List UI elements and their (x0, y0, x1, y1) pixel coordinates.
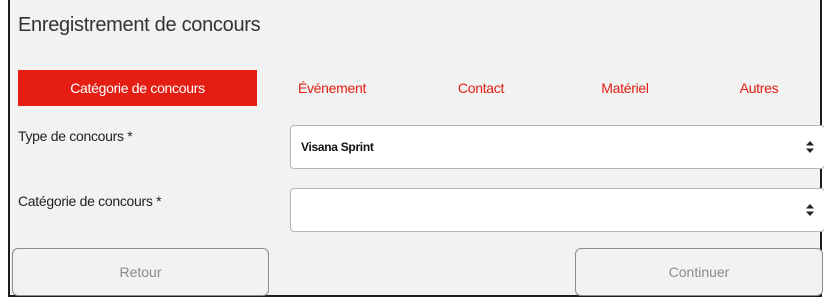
page-title: Enregistrement de concours (18, 14, 261, 36)
back-button[interactable]: Retour (12, 248, 269, 296)
categorie-de-concours-select[interactable] (290, 188, 824, 232)
registration-panel: Enregistrement de concours Catégorie de … (8, 0, 824, 297)
tab-evenement[interactable]: Événement (287, 70, 377, 106)
categorie-de-concours-label: Catégorie de concours * (18, 193, 162, 209)
tab-autres[interactable]: Autres (728, 70, 790, 106)
sort-arrows-icon (806, 141, 814, 153)
continue-button[interactable]: Continuer (575, 248, 823, 296)
tab-contact[interactable]: Contact (446, 70, 516, 106)
type-de-concours-select[interactable]: Visana Sprint (290, 125, 824, 169)
tab-materiel[interactable]: Matériel (585, 70, 665, 106)
sort-arrows-icon (806, 204, 814, 216)
type-de-concours-value: Visana Sprint (301, 140, 374, 154)
tab-categorie-de-concours[interactable]: Catégorie de concours (18, 70, 257, 106)
type-de-concours-label: Type de concours * (18, 128, 133, 144)
